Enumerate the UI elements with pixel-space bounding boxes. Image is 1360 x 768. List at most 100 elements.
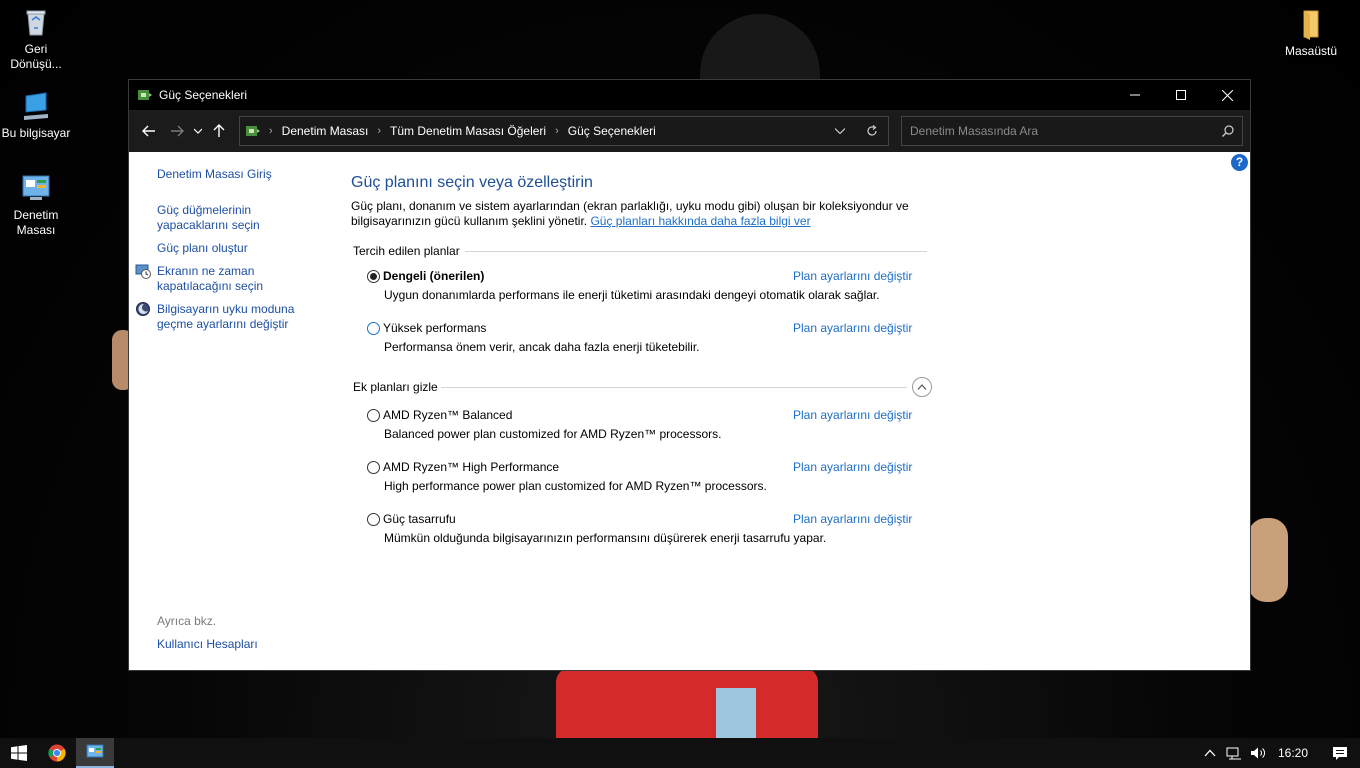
plan-description: Balanced power plan customized for AMD R… bbox=[384, 427, 722, 441]
back-button[interactable] bbox=[135, 117, 163, 145]
action-center-button[interactable] bbox=[1320, 746, 1360, 761]
plan-name[interactable]: Yüksek performans bbox=[383, 321, 486, 335]
plan-radio-button[interactable] bbox=[367, 270, 380, 283]
arrow-up-icon bbox=[213, 124, 225, 137]
desktop-icon-recycle-bin[interactable]: Geri Dönüşü... bbox=[0, 6, 72, 72]
sleep-moon-icon bbox=[136, 302, 150, 316]
change-plan-settings-link[interactable]: Plan ayarlarını değiştir bbox=[793, 460, 912, 474]
start-button[interactable] bbox=[0, 738, 38, 768]
sidebar: Denetim Masası Giriş Güç düğmelerinin ya… bbox=[129, 152, 329, 672]
address-bar[interactable]: › Denetim Masası › Tüm Denetim Masası Öğ… bbox=[239, 116, 889, 146]
arrow-right-icon bbox=[171, 125, 184, 137]
taskbar: 16:20 bbox=[0, 738, 1360, 768]
volume-button[interactable] bbox=[1246, 746, 1270, 760]
search-box[interactable] bbox=[901, 116, 1243, 146]
close-icon bbox=[1221, 89, 1233, 101]
plan-radio-button[interactable] bbox=[367, 322, 380, 335]
address-history-button[interactable] bbox=[824, 117, 856, 145]
up-button[interactable] bbox=[205, 117, 233, 145]
learn-more-link[interactable]: Güç planları hakkında daha fazla bilgi v… bbox=[590, 214, 810, 228]
control-panel-icon bbox=[22, 175, 50, 200]
plan-radio-button[interactable] bbox=[367, 409, 380, 422]
see-also-title: Ayrıca bkz. bbox=[157, 614, 217, 628]
search-input[interactable] bbox=[910, 124, 1222, 138]
wallpaper-figure-head bbox=[700, 14, 820, 84]
windows-logo-icon bbox=[11, 745, 27, 761]
extra-plans-header[interactable]: Ek planları gizle bbox=[353, 380, 438, 394]
desktop-icon-label: Geri Dönüşü... bbox=[10, 42, 62, 71]
speaker-icon bbox=[1250, 747, 1265, 759]
page-description: Güç planı, donanım ve sistem ayarlarında… bbox=[351, 199, 921, 229]
power-options-icon bbox=[138, 90, 152, 100]
plan-name[interactable]: Güç tasarrufu bbox=[383, 512, 456, 526]
sidebar-link-sleep-settings[interactable]: Bilgisayarın uyku moduna geçme ayarların… bbox=[157, 302, 307, 332]
sidebar-link-create-plan[interactable]: Güç planı oluştur bbox=[157, 241, 307, 256]
chevron-down-icon bbox=[194, 128, 202, 134]
help-icon[interactable]: ? bbox=[1231, 154, 1248, 171]
show-hidden-icons-button[interactable] bbox=[1198, 749, 1222, 757]
display-timer-icon bbox=[135, 264, 151, 279]
plan-radio-button[interactable] bbox=[367, 461, 380, 474]
group-divider bbox=[465, 251, 927, 252]
taskbar-clock[interactable]: 16:20 bbox=[1270, 746, 1320, 760]
control-panel-icon bbox=[86, 744, 104, 758]
breadcrumb-separator-icon[interactable]: › bbox=[552, 125, 562, 137]
desktop-icon-label: Masaüstü bbox=[1284, 44, 1338, 58]
taskbar-control-panel-button[interactable] bbox=[76, 738, 114, 768]
close-button[interactable] bbox=[1204, 80, 1250, 110]
see-also-link-user-accounts[interactable]: Kullanıcı Hesapları bbox=[157, 637, 307, 652]
refresh-button[interactable] bbox=[856, 117, 888, 145]
group-divider bbox=[441, 387, 907, 388]
sidebar-link-power-buttons[interactable]: Güç düğmelerinin yapacaklarını seçin bbox=[157, 203, 307, 233]
breadcrumb-separator-icon[interactable]: › bbox=[374, 125, 384, 137]
change-plan-settings-link[interactable]: Plan ayarlarını değiştir bbox=[793, 512, 912, 526]
taskbar-chrome-button[interactable] bbox=[38, 738, 76, 768]
network-icon bbox=[1226, 747, 1241, 760]
plan-description: High performance power plan customized f… bbox=[384, 479, 767, 493]
plan-name[interactable]: AMD Ryzen™ Balanced bbox=[383, 408, 512, 422]
page-title: Güç planını seçin veya özelleştirin bbox=[351, 174, 593, 191]
system-tray: 16:20 bbox=[1198, 738, 1360, 768]
wallpaper-figure-shirt bbox=[556, 668, 818, 738]
notification-icon bbox=[1333, 746, 1347, 760]
wallpaper-figure-stripe bbox=[716, 688, 756, 738]
maximize-button[interactable] bbox=[1158, 80, 1204, 110]
desktop-icon-label: Bu bilgisayar bbox=[1, 126, 71, 140]
plan-description: Mümkün olduğunda bilgisayarınızın perfor… bbox=[384, 531, 827, 545]
desktop-icon-this-pc[interactable]: Bu bilgisayar bbox=[0, 90, 72, 141]
breadcrumb-item[interactable]: Güç Seçenekleri bbox=[562, 124, 662, 138]
desktop-icon-control-panel[interactable]: Denetim Masası bbox=[0, 172, 72, 238]
recent-locations-button[interactable] bbox=[191, 117, 205, 145]
window-titlebar[interactable]: Güç Seçenekleri bbox=[129, 80, 1250, 110]
network-button[interactable] bbox=[1222, 746, 1246, 760]
change-plan-settings-link[interactable]: Plan ayarlarını değiştir bbox=[793, 269, 912, 283]
plan-name[interactable]: Dengeli (önerilen) bbox=[383, 269, 484, 283]
breadcrumb-item[interactable]: Denetim Masası bbox=[276, 124, 375, 138]
recycle-bin-icon bbox=[26, 10, 46, 36]
desktop-icon-desktop-folder[interactable]: Masaüstü bbox=[1275, 8, 1347, 59]
window-title: Güç Seçenekleri bbox=[159, 88, 248, 102]
sidebar-link-display-off[interactable]: Ekranın ne zaman kapatılacağını seçin bbox=[157, 264, 307, 294]
minimize-icon bbox=[1130, 94, 1140, 96]
sidebar-link-home[interactable]: Denetim Masası Giriş bbox=[157, 167, 307, 182]
minimize-button[interactable] bbox=[1112, 80, 1158, 110]
navigation-bar: › Denetim Masası › Tüm Denetim Masası Öğ… bbox=[129, 110, 1250, 152]
change-plan-settings-link[interactable]: Plan ayarlarını değiştir bbox=[793, 408, 912, 422]
chevron-down-icon bbox=[835, 128, 845, 134]
plan-description: Performansa önem verir, ancak daha fazla… bbox=[384, 340, 700, 354]
preferred-plans-header: Tercih edilen planlar bbox=[353, 244, 460, 258]
power-options-window: Güç Seçenekleri › Denetim Masası › Tüm D… bbox=[128, 79, 1251, 671]
wallpaper-figure-arm-right bbox=[1248, 518, 1288, 602]
breadcrumb-item[interactable]: Tüm Denetim Masası Öğeleri bbox=[384, 124, 552, 138]
computer-icon bbox=[24, 92, 48, 120]
window-content: ? Denetim Masası Giriş Güç düğmelerinin … bbox=[129, 152, 1250, 670]
change-plan-settings-link[interactable]: Plan ayarlarını değiştir bbox=[793, 321, 912, 335]
forward-button[interactable] bbox=[163, 117, 191, 145]
control-panel-icon bbox=[246, 126, 260, 136]
plan-name[interactable]: AMD Ryzen™ High Performance bbox=[383, 460, 559, 474]
chevron-up-icon bbox=[1204, 749, 1216, 757]
plan-radio-button[interactable] bbox=[367, 513, 380, 526]
collapse-extra-plans-button[interactable] bbox=[912, 377, 932, 397]
chrome-icon bbox=[48, 744, 66, 762]
search-icon[interactable] bbox=[1222, 125, 1234, 137]
